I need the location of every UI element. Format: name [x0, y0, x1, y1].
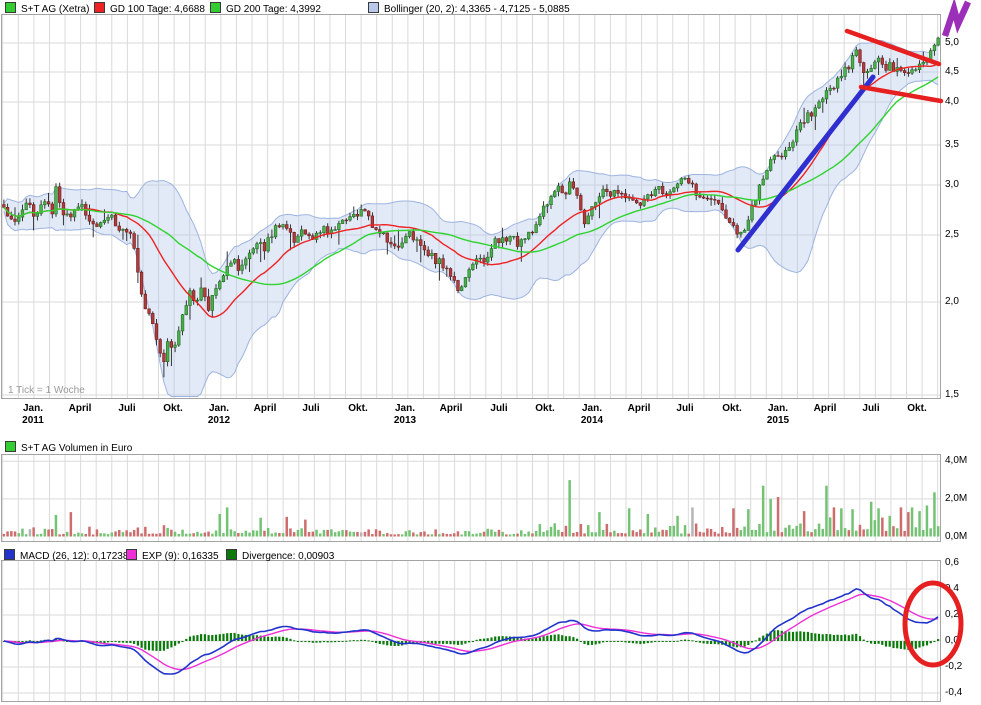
macd-tick-label: -0,4 — [945, 688, 962, 698]
volume-swatch-icon — [5, 441, 16, 452]
legend-bollinger-label: Bollinger (20, 2): 4,3365 - 4,7125 - 5,0… — [384, 4, 570, 15]
volume-tick-label: 2,0M — [945, 494, 967, 504]
price-tick-label: 4,5 — [945, 67, 959, 77]
legend-gd200: GD 200 Tage: 4,3992 — [210, 2, 321, 14]
price-tick-label: 2,0 — [945, 297, 959, 307]
macd-tick-label: -0,2 — [945, 662, 962, 672]
legend-divergence: Divergence: 0,00903 — [226, 549, 334, 561]
x-month-label: Jan. — [395, 403, 415, 414]
legend-gd100-label: GD 100 Tage: 4,6688 — [110, 4, 205, 15]
price-tick-label: 3,0 — [945, 180, 959, 190]
volume-tick-label: 0,0M — [945, 532, 967, 542]
x-year-label: 2013 — [394, 415, 416, 426]
x-month-label: Okt. — [163, 403, 182, 414]
macd-swatch-icon — [4, 549, 15, 560]
macd-tick-label: 0,0 — [945, 636, 959, 646]
x-month-label: Okt. — [348, 403, 367, 414]
legend-exp-label: EXP (9): 0,16335 — [142, 551, 219, 562]
gd100-swatch-icon — [94, 2, 105, 13]
x-year-label: 2011 — [22, 415, 44, 426]
price-tick-label: 4,0 — [945, 97, 959, 107]
exp-swatch-icon — [126, 549, 137, 560]
x-month-label: Okt. — [907, 403, 926, 414]
price-tick-label: 3,5 — [945, 140, 959, 150]
legend-gd100: GD 100 Tage: 4,6688 — [94, 2, 205, 14]
x-month-label: April — [440, 403, 463, 414]
x-month-label: Jan. — [768, 403, 788, 414]
legend-macd: MACD (26, 12): 0,17238 — [4, 549, 128, 561]
legend-gd200-label: GD 200 Tage: 4,3992 — [226, 4, 321, 15]
legend-bollinger: Bollinger (20, 2): 4,3365 - 4,7125 - 5,0… — [368, 2, 570, 14]
divergence-swatch-icon — [226, 549, 237, 560]
instrument-swatch-icon — [5, 2, 16, 13]
x-month-label: Juli — [118, 403, 135, 414]
x-month-label: Juli — [862, 403, 879, 414]
price-tick-label: 5,0 — [945, 38, 959, 48]
x-month-label: Okt. — [535, 403, 554, 414]
gd200-swatch-icon — [210, 2, 221, 13]
macd-tick-label: 0,4 — [945, 584, 959, 594]
legend-main-instrument: S+T AG (Xetra) — [5, 2, 89, 14]
legend-exp: EXP (9): 0,16335 — [126, 549, 219, 561]
x-year-label: 2015 — [767, 415, 789, 426]
x-month-label: Jan. — [23, 403, 43, 414]
x-month-label: Jan. — [582, 403, 602, 414]
x-month-label: April — [69, 403, 92, 414]
labels-layer: S+T AG (Xetra) GD 100 Tage: 4,6688 GD 20… — [0, 0, 981, 705]
legend-main-instrument-label: S+T AG (Xetra) — [21, 4, 89, 15]
x-month-label: Jan. — [209, 403, 229, 414]
x-month-label: Juli — [490, 403, 507, 414]
x-month-label: April — [628, 403, 651, 414]
macd-tick-label: 0,6 — [945, 558, 959, 568]
x-month-label: April — [254, 403, 277, 414]
legend-macd-label: MACD (26, 12): 0,17238 — [20, 551, 128, 562]
price-tick-label: 1,5 — [945, 390, 959, 400]
legend-divergence-label: Divergence: 0,00903 — [242, 551, 334, 562]
x-year-label: 2014 — [581, 415, 603, 426]
x-month-label: April — [814, 403, 837, 414]
x-month-label: Juli — [676, 403, 693, 414]
legend-volume: S+T AG Volumen in Euro — [5, 441, 132, 453]
price-tick-label: 2,5 — [945, 230, 959, 240]
tick-period-note: 1 Tick = 1 Woche — [8, 385, 85, 396]
macd-tick-label: 0,2 — [945, 610, 959, 620]
legend-volume-label: S+T AG Volumen in Euro — [21, 443, 132, 454]
bollinger-swatch-icon — [368, 2, 379, 13]
chart-page: S+T AG (Xetra) GD 100 Tage: 4,6688 GD 20… — [0, 0, 981, 705]
x-year-label: 2012 — [208, 415, 230, 426]
x-month-label: Okt. — [722, 403, 741, 414]
x-month-label: Juli — [302, 403, 319, 414]
volume-tick-label: 4,0M — [945, 456, 967, 466]
